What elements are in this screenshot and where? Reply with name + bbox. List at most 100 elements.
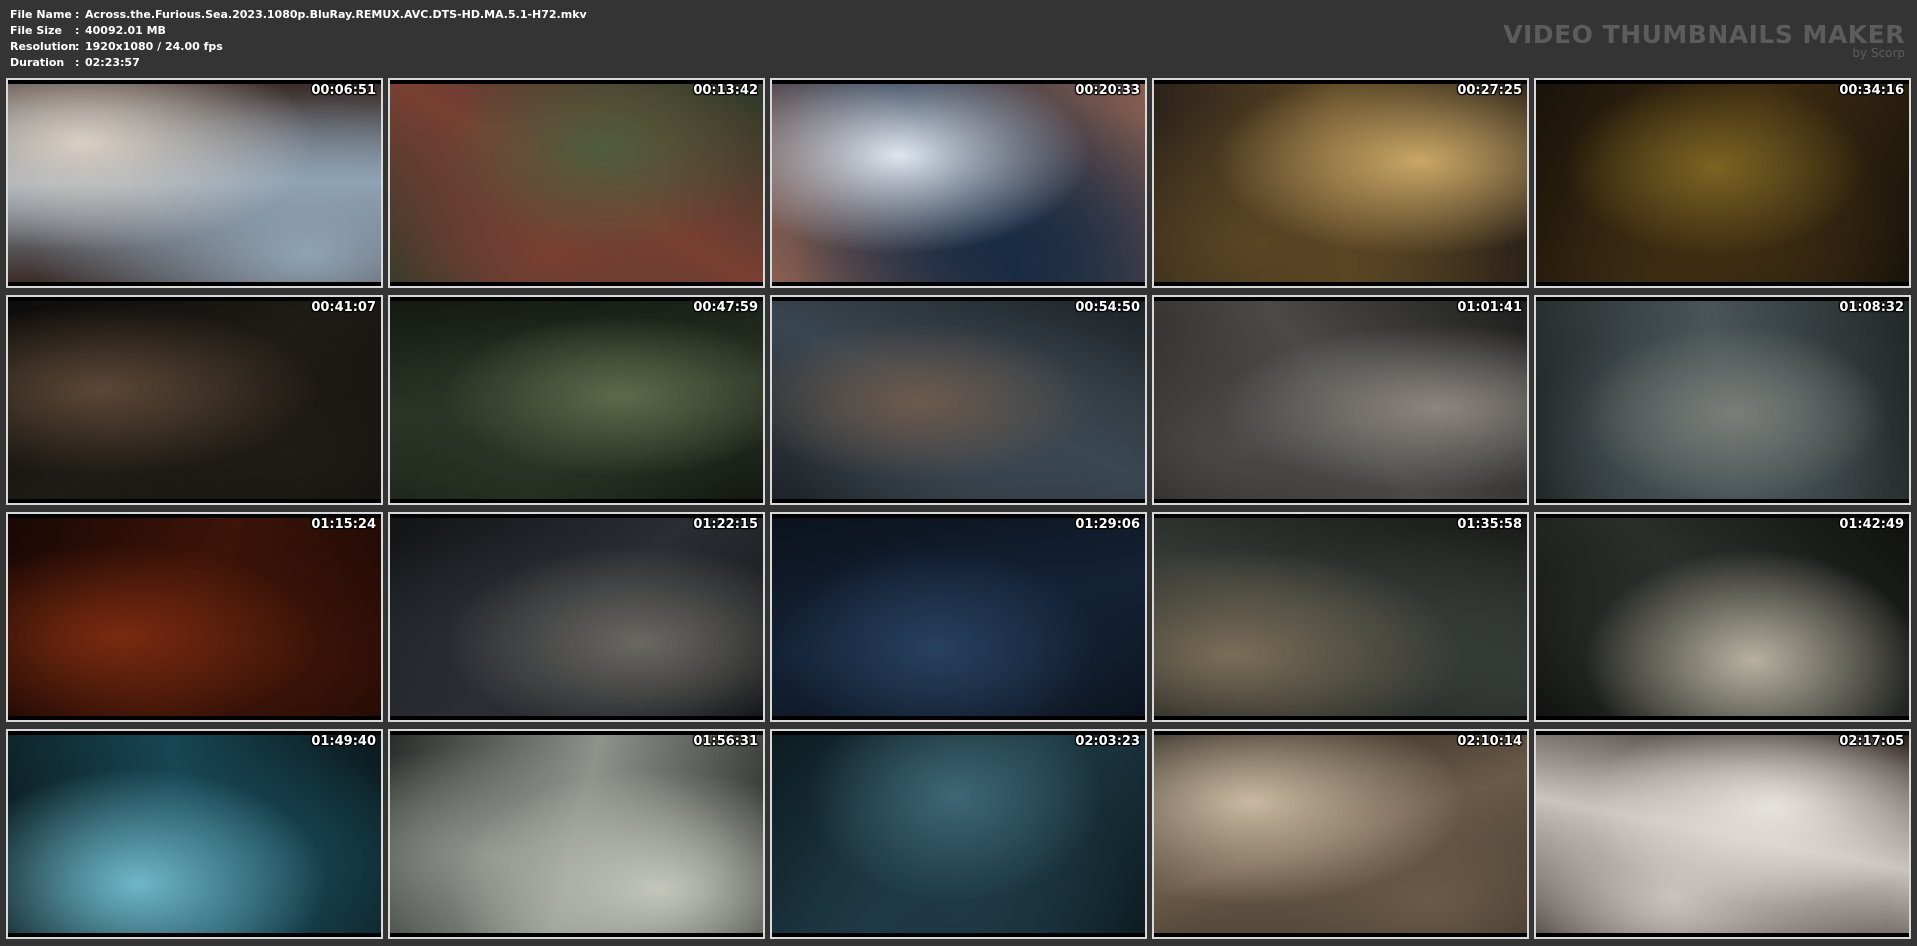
- timestamp: 00:27:25: [1457, 83, 1522, 98]
- thumbnail-two-men-restaurant[interactable]: 00:27:25: [1152, 78, 1529, 288]
- file-name-value: Across.the.Furious.Sea.2023.1080p.BluRay…: [85, 8, 587, 21]
- scene-image: [1536, 301, 1909, 499]
- video-frame: [772, 518, 1145, 716]
- video-frame: [1536, 301, 1909, 499]
- scene-image: [8, 518, 381, 716]
- scene-image: [390, 518, 763, 716]
- video-frame: [390, 301, 763, 499]
- separator: :: [75, 56, 80, 69]
- scene-image: [8, 735, 381, 933]
- scene-image: [1154, 84, 1527, 282]
- timestamp: 00:06:51: [311, 83, 376, 98]
- file-info-row: Duration : 02:23:57: [10, 55, 587, 71]
- thumbnail-woman-bus-seat[interactable]: 02:10:14: [1152, 729, 1529, 939]
- resolution-value: 1920x1080 / 24.00 fps: [85, 40, 223, 53]
- video-frame: [772, 735, 1145, 933]
- timestamp: 02:17:05: [1839, 734, 1904, 749]
- separator: :: [75, 8, 80, 21]
- timestamp: 00:47:59: [693, 300, 758, 315]
- scene-image: [390, 84, 763, 282]
- thumbnail-woman-driving-blurred[interactable]: 01:22:15: [388, 512, 765, 722]
- timestamp: 00:13:42: [693, 83, 758, 98]
- timestamp: 00:54:50: [1075, 300, 1140, 315]
- video-frame: [8, 518, 381, 716]
- resolution-label: Resolution: [10, 40, 77, 53]
- thumbnail-street-from-car[interactable]: 01:08:32: [1534, 295, 1911, 505]
- duration-label: Duration: [10, 56, 65, 69]
- file-size-label: File Size: [10, 24, 62, 37]
- file-info-row: Resolution : 1920x1080 / 24.00 fps: [10, 39, 587, 55]
- video-frame: [8, 84, 381, 282]
- scene-image: [1154, 301, 1527, 499]
- scene-image: [772, 518, 1145, 716]
- thumbnail-woman-outdoor-wooden-house[interactable]: 00:54:50: [770, 295, 1147, 505]
- video-frame: [1536, 84, 1909, 282]
- thumbnail-white-car-seaside[interactable]: 01:56:31: [388, 729, 765, 939]
- file-info-row: File Name : Across.the.Furious.Sea.2023.…: [10, 7, 587, 23]
- timestamp: 01:35:58: [1457, 517, 1522, 532]
- video-frame: [8, 735, 381, 933]
- scene-image: [772, 84, 1145, 282]
- scene-image: [8, 301, 381, 499]
- file-info-row: File Size : 40092.01 MB: [10, 23, 587, 39]
- thumbnail-man-bathroom[interactable]: 01:35:58: [1152, 512, 1529, 722]
- contact-sheet: File Name : Across.the.Furious.Sea.2023.…: [0, 0, 1917, 946]
- video-frame: [1154, 518, 1527, 716]
- video-frame: [390, 518, 763, 716]
- scene-image: [1154, 518, 1527, 716]
- timestamp: 01:15:24: [311, 517, 376, 532]
- scene-image: [390, 735, 763, 933]
- file-info-panel: File Name : Across.the.Furious.Sea.2023.…: [10, 7, 587, 71]
- timestamp: 00:20:33: [1075, 83, 1140, 98]
- scene-image: [772, 301, 1145, 499]
- timestamp: 02:10:14: [1457, 734, 1522, 749]
- thumbnail-man-sunglasses-brick-building[interactable]: 00:13:42: [388, 78, 765, 288]
- file-name-label: File Name: [10, 8, 72, 21]
- video-frame: [1154, 84, 1527, 282]
- scene-image: [390, 301, 763, 499]
- thumbnail-woman-in-car-window[interactable]: 01:42:49: [1534, 512, 1911, 722]
- thumbnail-man-woman-confrontation-blue[interactable]: 01:29:06: [770, 512, 1147, 722]
- brand-title: VIDEO THUMBNAILS MAKER: [1503, 20, 1905, 49]
- timestamp: 01:08:32: [1839, 300, 1904, 315]
- scene-image: [1536, 735, 1909, 933]
- video-frame: [1536, 518, 1909, 716]
- video-frame: [390, 735, 763, 933]
- video-frame: [1154, 735, 1527, 933]
- timestamp: 00:34:16: [1839, 83, 1904, 98]
- video-frame: [1154, 301, 1527, 499]
- scene-image: [1536, 518, 1909, 716]
- timestamp: 01:01:41: [1457, 300, 1522, 315]
- separator: :: [75, 40, 80, 53]
- thumbnail-boat-on-sea[interactable]: 02:03:23: [770, 729, 1147, 939]
- thumbnail-woman-smiling-closeup[interactable]: 02:17:05: [1534, 729, 1911, 939]
- timestamp: 01:29:06: [1075, 517, 1140, 532]
- thumbnail-hands-passport[interactable]: 00:06:51: [6, 78, 383, 288]
- timestamp: 01:49:40: [311, 734, 376, 749]
- video-frame: [8, 301, 381, 499]
- file-size-value: 40092.01 MB: [85, 24, 166, 37]
- thumbnail-grid: 00:06:51 00:13:42 00:20:33 00:27:25 00:34:16…: [6, 78, 1911, 939]
- scene-image: [1536, 84, 1909, 282]
- thumbnail-people-staircase-hall[interactable]: 00:34:16: [1534, 78, 1911, 288]
- thumbnail-woman-blue-window-night[interactable]: 01:49:40: [6, 729, 383, 939]
- scene-image: [1154, 735, 1527, 933]
- brand-watermark: VIDEO THUMBNAILS MAKER by Scorp: [1503, 20, 1905, 59]
- thumbnail-woman-dark-room[interactable]: 00:41:07: [6, 295, 383, 505]
- timestamp: 01:22:15: [693, 517, 758, 532]
- timestamp: 01:56:31: [693, 734, 758, 749]
- thumbnail-man-running-forest[interactable]: 00:47:59: [388, 295, 765, 505]
- video-frame: [772, 301, 1145, 499]
- timestamp: 01:42:49: [1839, 517, 1904, 532]
- duration-value: 02:23:57: [85, 56, 140, 69]
- scene-image: [8, 84, 381, 282]
- thumbnail-hand-holding-phone[interactable]: 00:20:33: [770, 78, 1147, 288]
- separator: :: [75, 24, 80, 37]
- scene-image: [772, 735, 1145, 933]
- video-frame: [1536, 735, 1909, 933]
- thumbnail-woman-red-light-candle[interactable]: 01:15:24: [6, 512, 383, 722]
- timestamp: 02:03:23: [1075, 734, 1140, 749]
- thumbnail-man-blurred-fight[interactable]: 01:01:41: [1152, 295, 1529, 505]
- video-frame: [772, 84, 1145, 282]
- timestamp: 00:41:07: [311, 300, 376, 315]
